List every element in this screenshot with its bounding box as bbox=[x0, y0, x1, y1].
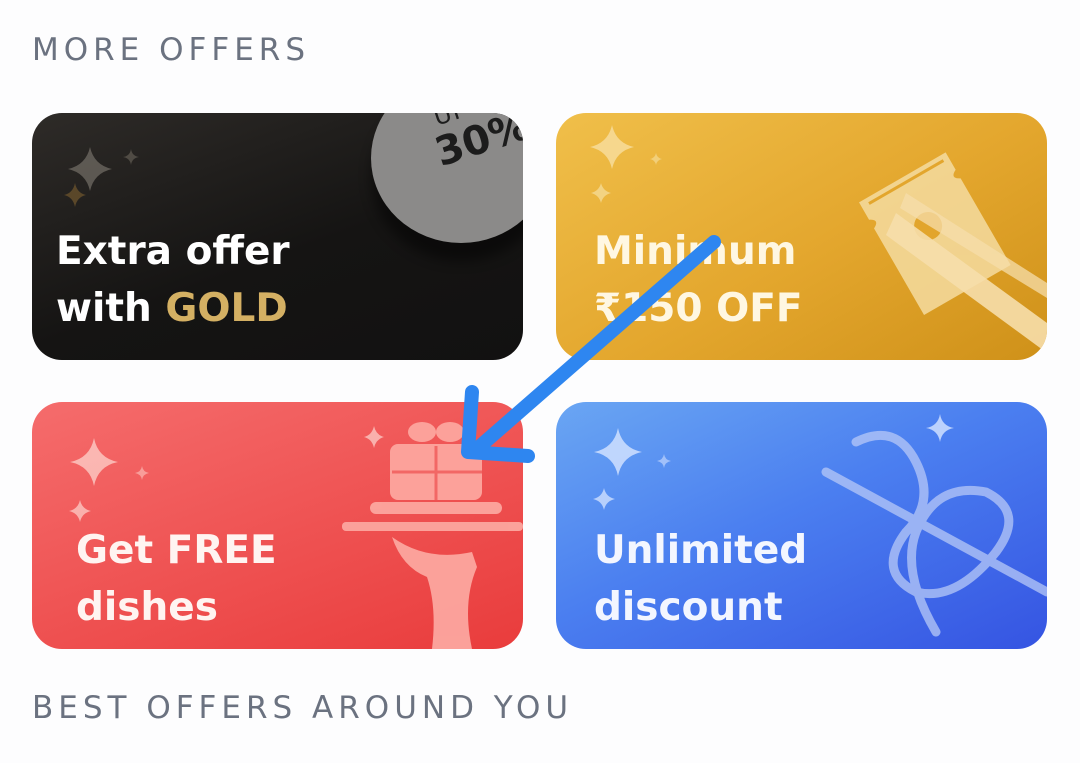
minimum-offer-card[interactable]: Minimum ₹150 OFF bbox=[556, 113, 1047, 360]
unlimited-discount-card[interactable]: Unlimited discount bbox=[556, 402, 1047, 649]
more-offers-heading: MORE OFFERS bbox=[32, 32, 310, 68]
minimum-card-line1: Minimum bbox=[594, 229, 797, 274]
free-card-line1: Get FREE bbox=[76, 528, 277, 573]
gold-card-line1: Extra offer bbox=[56, 229, 290, 274]
free-card-line2: dishes bbox=[76, 585, 218, 630]
best-offers-heading: BEST OFFERS AROUND YOU bbox=[32, 690, 574, 726]
gold-brand-logo: GOLD bbox=[165, 286, 288, 331]
unlimited-card-line2: discount bbox=[594, 585, 783, 630]
unlimited-card-line1: Unlimited bbox=[594, 528, 808, 573]
gold-card-prefix: with bbox=[56, 286, 166, 331]
minimum-card-line2: ₹150 OFF bbox=[594, 286, 803, 331]
gold-offer-card[interactable]: UP TO 30% Extra offer with GOLD bbox=[32, 113, 523, 360]
free-dishes-card[interactable]: Get FREE dishes bbox=[32, 402, 523, 649]
